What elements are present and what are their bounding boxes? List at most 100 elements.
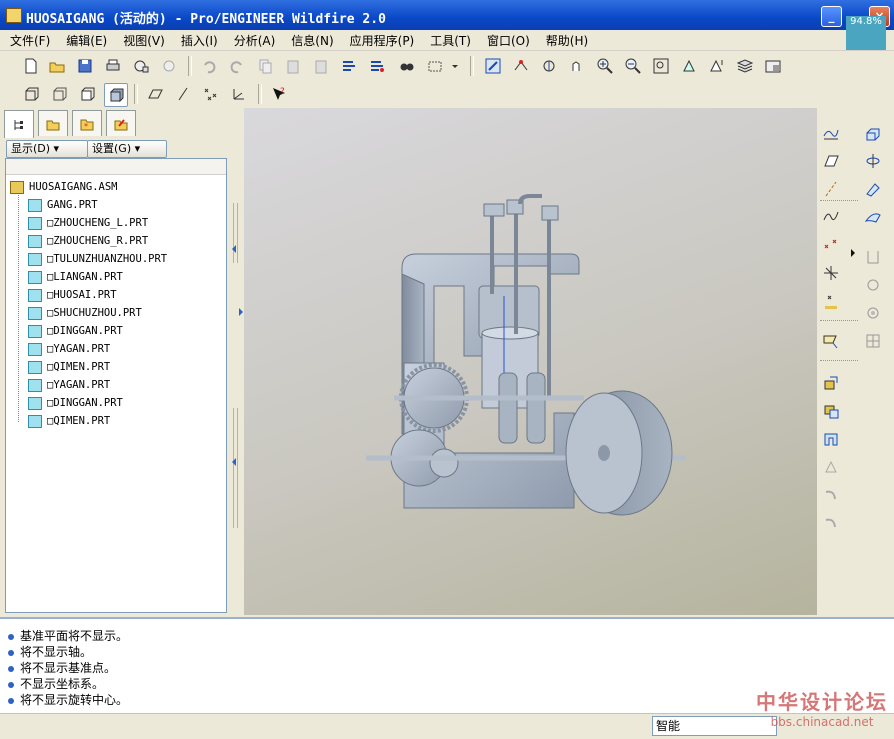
pan-icon[interactable] [566,55,588,77]
message-line: 将不显示旋转中心。 [8,692,128,708]
datum-plane-toggle-icon[interactable] [144,83,166,105]
analysis-feature-icon[interactable] [820,290,842,312]
datum-plane-icon[interactable] [820,150,842,172]
layers-icon[interactable] [734,55,756,77]
tree-item-label: □YAGAN.PRT [47,379,111,391]
part-icon [28,288,42,302]
tree-item[interactable]: □LIANGAN.PRT [28,269,123,285]
tree-item[interactable]: □SHUCHUZHOU.PRT [28,305,142,321]
print-icon[interactable] [102,55,124,77]
shell-icon [862,302,884,324]
reorient-icon[interactable] [678,55,700,77]
datum-point-icon[interactable] [820,234,842,256]
menu-help[interactable]: 帮助(H) [536,30,594,49]
zoom-in-icon[interactable] [594,55,616,77]
shading-icon[interactable] [104,83,128,107]
refit-icon[interactable] [650,55,672,77]
collapse-arrow-icon[interactable] [232,458,236,466]
save-icon[interactable] [74,55,96,77]
menu-analysis[interactable]: 分析(A) [224,30,282,49]
wireframe-icon[interactable] [20,83,42,105]
svg-text:?: ? [280,87,285,97]
datum-axis-toggle-icon[interactable] [172,83,194,105]
regenerate-icon[interactable] [338,55,360,77]
panel-sash[interactable] [232,108,244,616]
message-text: 将不显示旋转中心。 [20,693,129,707]
annotation-icon[interactable] [820,330,842,352]
tree-item[interactable]: □QIMEN.PRT [28,413,110,429]
collapse-arrow-icon[interactable] [232,245,236,253]
component-assemble-icon[interactable] [820,372,842,394]
part-icon [28,378,42,392]
tree-item-label: □TULUNZHUANZHOU.PRT [47,253,168,265]
menu-applications[interactable]: 应用程序(P) [340,30,421,49]
tree-item[interactable]: GANG.PRT [28,197,98,213]
menu-tools[interactable]: 工具(T) [420,30,477,49]
toolbar-separator [820,320,858,322]
pattern-icon [862,330,884,352]
chevron-down-icon[interactable] [448,55,462,77]
tab-favorites[interactable]: * [72,110,102,136]
datum-axis-icon[interactable] [820,178,842,200]
menu-file[interactable]: 文件(F) [0,30,56,49]
graphics-window[interactable] [244,108,817,615]
saved-views-icon[interactable] [706,55,728,77]
tab-model-tree[interactable] [4,110,34,138]
part-icon [28,324,42,338]
tree-item[interactable]: □ZHOUCHENG_L.PRT [28,215,148,231]
tree-item[interactable]: □DINGGAN.PRT [28,323,123,339]
menu-window[interactable]: 窗口(O) [477,30,536,49]
toolbar-separator [188,56,192,76]
flyout-arrow-icon[interactable] [848,242,858,264]
no-hidden-icon[interactable] [76,83,98,105]
mail-icon[interactable] [130,55,152,77]
regen-manager-icon[interactable] [366,55,388,77]
menu-edit[interactable]: 编辑(E) [56,30,113,49]
open-folder-icon[interactable] [46,55,68,77]
spin-center-icon[interactable] [510,55,532,77]
tree-item[interactable]: □HUOSAI.PRT [28,287,117,303]
sash-grip [233,203,238,263]
select-box-icon[interactable] [424,55,446,77]
new-file-icon[interactable] [20,55,42,77]
revolve-icon[interactable] [862,150,884,172]
minimize-button[interactable]: _ [821,6,842,27]
tab-folder-browser[interactable] [38,110,68,136]
tree-item[interactable]: □DINGGAN.PRT [28,395,123,411]
svg-text:*: * [84,122,88,131]
tree-item[interactable]: □YAGAN.PRT [28,377,110,393]
context-help-icon[interactable]: ? [268,83,290,105]
show-dropdown[interactable]: 显示(D) ▾ [6,140,88,158]
cut-out-icon[interactable] [820,428,842,450]
message-text: 不显示坐标系。 [20,677,105,691]
datum-curve-icon[interactable] [820,206,842,228]
menu-view[interactable]: 视图(V) [113,30,171,49]
repaint-icon[interactable] [482,55,504,77]
boundary-blend-icon[interactable] [862,206,884,228]
zoom-out-icon[interactable] [622,55,644,77]
settings-dropdown[interactable]: 设置(G) ▾ [87,140,167,158]
component-create-icon[interactable] [820,400,842,422]
tree-item[interactable]: □TULUNZHUANZHOU.PRT [28,251,167,267]
sketch-tool-icon[interactable] [820,122,842,144]
tree-item[interactable]: □QIMEN.PRT [28,359,110,375]
variable-sweep-icon[interactable] [862,178,884,200]
search-icon[interactable] [396,55,418,77]
menu-info[interactable]: 信息(N) [281,30,339,49]
tree-item[interactable]: □ZHOUCHENG_R.PRT [28,233,148,249]
tree-item[interactable]: □YAGAN.PRT [28,341,110,357]
datum-point-toggle-icon[interactable] [200,83,222,105]
expand-arrow-icon[interactable] [239,308,243,316]
hidden-line-icon[interactable] [48,83,70,105]
tree-root-assembly[interactable]: HUOSAIGANG.ASM [10,179,118,195]
model-tree: HUOSAIGANG.ASM GANG.PRT □ZHOUCHENG_L.PRT… [5,158,227,613]
part-icon [28,270,42,284]
menu-insert[interactable]: 插入(I) [171,30,224,49]
view-manager-icon[interactable] [762,55,784,77]
extrude-icon[interactable] [862,122,884,144]
orient-mode-icon[interactable] [538,55,560,77]
coord-sys-toggle-icon[interactable] [228,83,250,105]
part-icon [28,234,42,248]
coordinate-system-icon[interactable] [820,262,842,284]
tab-connections[interactable] [106,110,136,136]
